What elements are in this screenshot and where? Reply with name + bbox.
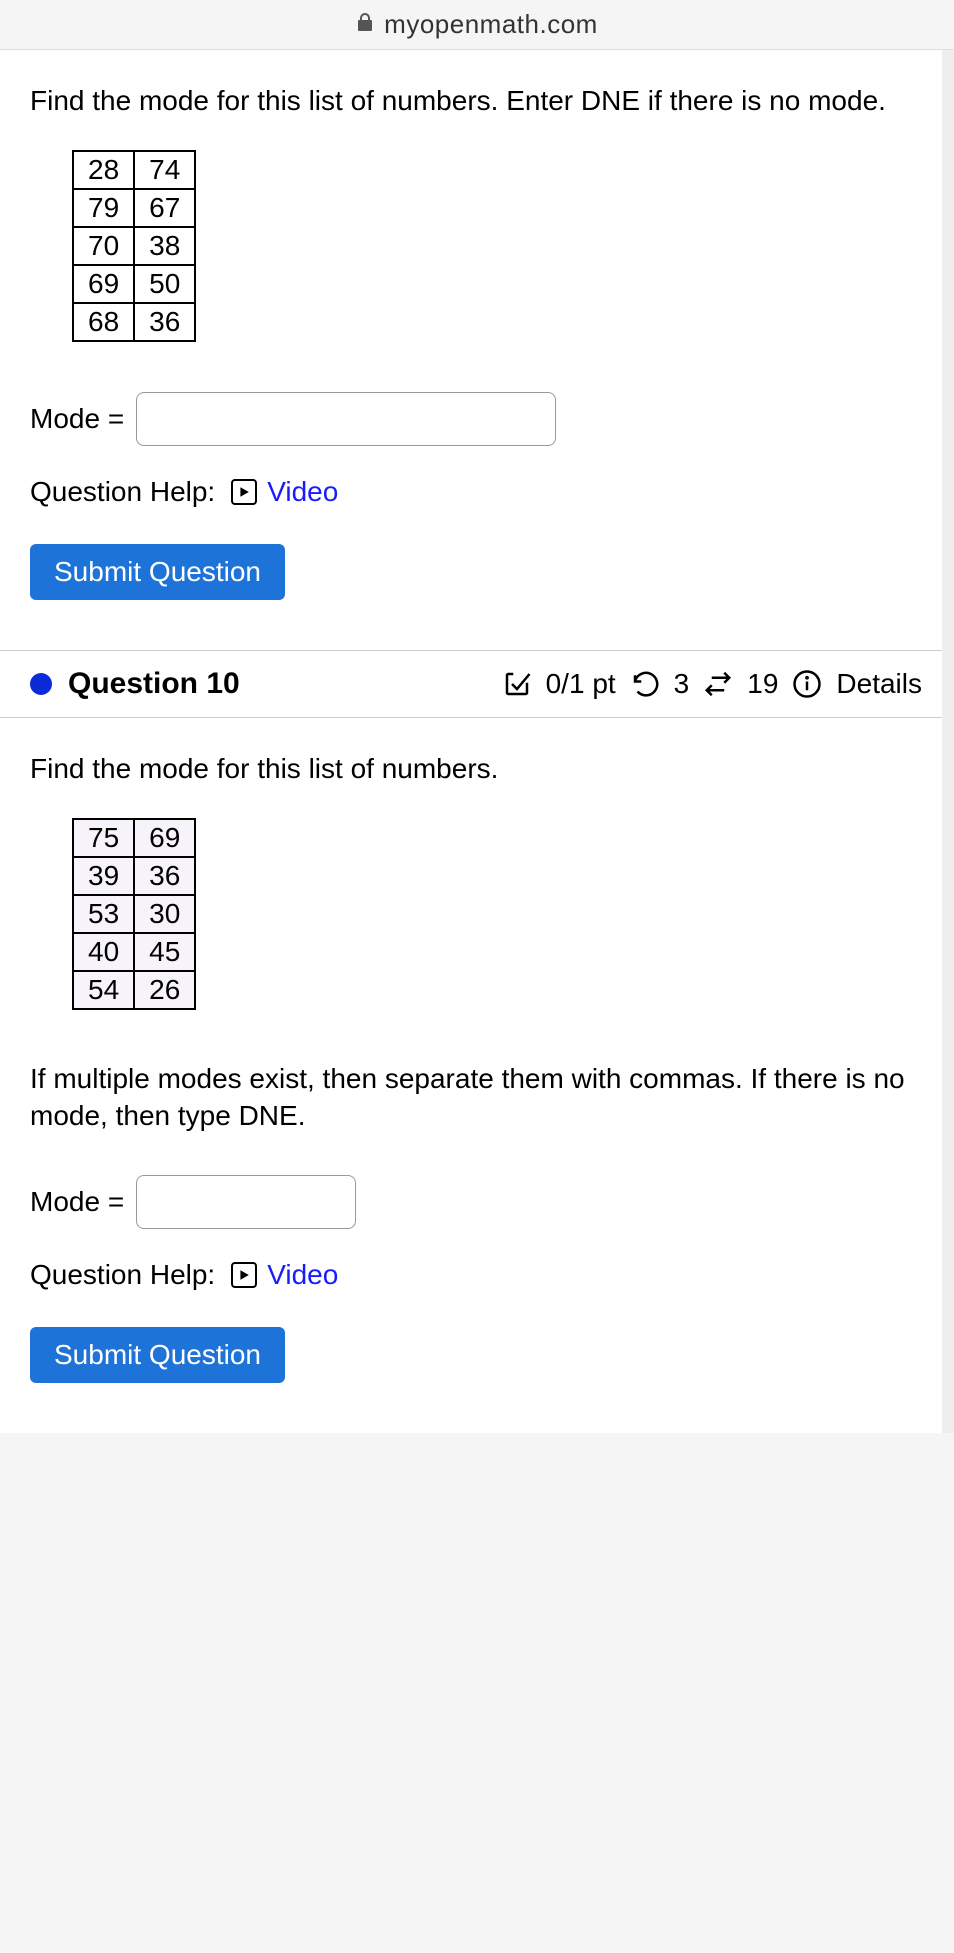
- mode-input-2[interactable]: [136, 1175, 356, 1229]
- cell: 74: [134, 151, 195, 189]
- cell: 45: [134, 933, 195, 971]
- attempts-text: 3: [674, 668, 690, 700]
- answer-row-2: Mode =: [30, 1175, 912, 1229]
- cell: 30: [134, 895, 195, 933]
- mode-label: Mode =: [30, 403, 124, 435]
- cell: 53: [73, 895, 134, 933]
- details-link[interactable]: Details: [836, 668, 922, 700]
- table-row: 7038: [73, 227, 195, 265]
- answer-row-1: Mode =: [30, 392, 912, 446]
- cell: 28: [73, 151, 134, 189]
- cell: 38: [134, 227, 195, 265]
- swap-icon: [703, 669, 733, 699]
- help-label-2: Question Help:: [30, 1259, 215, 1291]
- cell: 68: [73, 303, 134, 341]
- table-row: 6950: [73, 265, 195, 303]
- video-link-1[interactable]: Video: [231, 476, 338, 508]
- help-row-2: Question Help: Video: [30, 1259, 912, 1291]
- lock-icon: [356, 12, 374, 38]
- cell: 39: [73, 857, 134, 895]
- cell: 26: [134, 971, 195, 1009]
- score-text: 0/1 pt: [546, 668, 616, 700]
- table-row: 3936: [73, 857, 195, 895]
- content: Find the mode for this list of numbers. …: [0, 50, 954, 1433]
- cell: 69: [73, 265, 134, 303]
- cell: 54: [73, 971, 134, 1009]
- table-row: 7967: [73, 189, 195, 227]
- tries-text: 19: [747, 668, 778, 700]
- mode-input-1[interactable]: [136, 392, 556, 446]
- note-2: If multiple modes exist, then separate t…: [30, 1060, 912, 1136]
- play-icon: [231, 479, 257, 505]
- cell: 50: [134, 265, 195, 303]
- table-row: 7569: [73, 819, 195, 857]
- question-body-1: Find the mode for this list of numbers. …: [0, 50, 942, 650]
- cell: 70: [73, 227, 134, 265]
- score-area: 0/1 pt 3 19 Details: [502, 668, 922, 700]
- table-row: 2874: [73, 151, 195, 189]
- checkbox-icon: [502, 669, 532, 699]
- play-icon: [231, 1262, 257, 1288]
- submit-button-2[interactable]: Submit Question: [30, 1327, 285, 1383]
- video-link-2[interactable]: Video: [231, 1259, 338, 1291]
- cell: 79: [73, 189, 134, 227]
- video-label: Video: [267, 476, 338, 508]
- cell: 36: [134, 857, 195, 895]
- question-body-2: Find the mode for this list of numbers. …: [0, 718, 942, 1433]
- table-row: 6836: [73, 303, 195, 341]
- table-row: 4045: [73, 933, 195, 971]
- bullet-icon: [30, 673, 52, 695]
- cell: 75: [73, 819, 134, 857]
- video-label-2: Video: [267, 1259, 338, 1291]
- table-row: 5426: [73, 971, 195, 1009]
- prompt-2: Find the mode for this list of numbers.: [30, 750, 912, 788]
- cell: 67: [134, 189, 195, 227]
- prompt-1: Find the mode for this list of numbers. …: [30, 82, 912, 120]
- data-table-2: 7569 3936 5330 4045 5426: [72, 818, 196, 1010]
- url-domain: myopenmath.com: [384, 9, 598, 40]
- info-icon[interactable]: [792, 669, 822, 699]
- retry-icon: [630, 669, 660, 699]
- cell: 69: [134, 819, 195, 857]
- submit-button-1[interactable]: Submit Question: [30, 544, 285, 600]
- url-bar: myopenmath.com: [0, 0, 954, 50]
- help-label: Question Help:: [30, 476, 215, 508]
- table-row: 5330: [73, 895, 195, 933]
- question-title: Question 10: [68, 667, 240, 701]
- help-row-1: Question Help: Video: [30, 476, 912, 508]
- cell: 40: [73, 933, 134, 971]
- cell: 36: [134, 303, 195, 341]
- mode-label-2: Mode =: [30, 1186, 124, 1218]
- question-header: Question 10 0/1 pt 3 19 Details: [0, 650, 942, 718]
- data-table-1: 2874 7967 7038 6950 6836: [72, 150, 196, 342]
